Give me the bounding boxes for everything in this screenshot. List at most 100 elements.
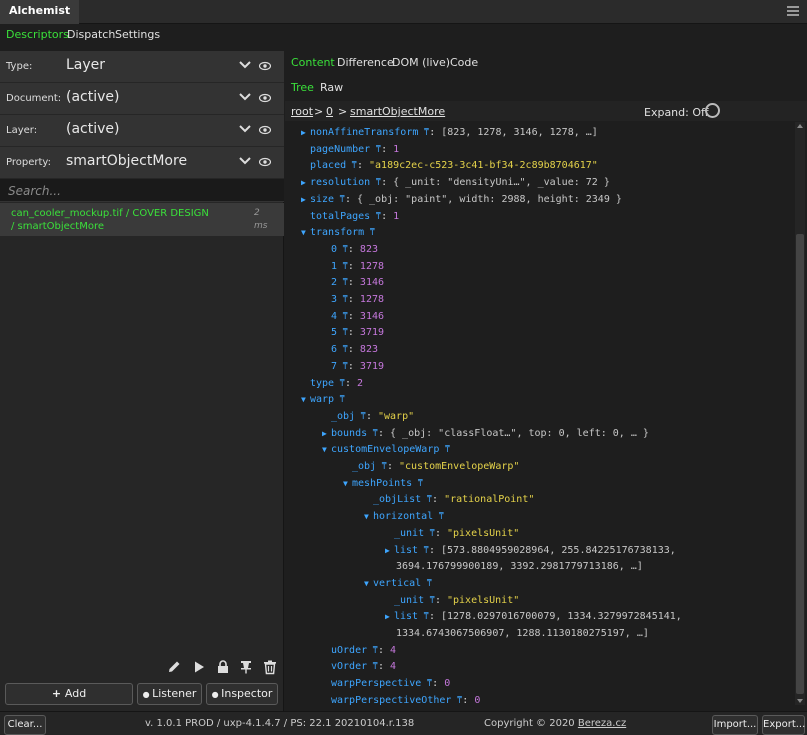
pin-icon[interactable]: ⍑ bbox=[337, 312, 347, 322]
scroll-down-icon[interactable] bbox=[797, 699, 803, 703]
tab-dom-live[interactable]: DOM (live) bbox=[392, 56, 450, 69]
caret-right-icon[interactable]: ▶ bbox=[385, 543, 394, 559]
vertical-scrollbar[interactable] bbox=[795, 122, 805, 705]
tree-row[interactable]: ▼ horizontal ⍑ bbox=[364, 509, 444, 525]
property-field[interactable]: Property: smartObjectMore bbox=[0, 147, 284, 179]
caret-down-icon[interactable]: ▼ bbox=[301, 225, 310, 241]
pin-icon[interactable]: ⍑ bbox=[334, 395, 345, 405]
pin-icon[interactable]: ⍑ bbox=[367, 429, 378, 439]
type-field[interactable]: Type: Layer bbox=[0, 51, 284, 83]
descriptor-list-item[interactable]: can_cooler_mockup.tif / COVER DESIGN / s… bbox=[0, 203, 284, 236]
pin-icon[interactable] bbox=[238, 659, 254, 675]
clear-button[interactable]: Clear... bbox=[4, 715, 46, 735]
pin-icon[interactable]: ⍑ bbox=[418, 546, 429, 556]
add-button[interactable]: + Add bbox=[5, 683, 133, 705]
pin-icon[interactable]: ⍑ bbox=[367, 662, 378, 672]
pin-icon[interactable]: ⍑ bbox=[421, 495, 432, 505]
pin-icon[interactable]: ⍑ bbox=[367, 646, 378, 656]
breadcrumb-index[interactable]: 0 bbox=[326, 105, 333, 118]
pin-icon[interactable]: ⍑ bbox=[355, 412, 366, 422]
chevron-down-icon[interactable] bbox=[239, 124, 251, 134]
tab-content[interactable]: Content bbox=[291, 56, 335, 69]
tab-difference[interactable]: Difference bbox=[337, 56, 394, 69]
tree-row[interactable]: ▶ resolution ⍑: { _unit: "densityUni…", _… bbox=[301, 175, 610, 191]
pin-icon[interactable]: ⍑ bbox=[370, 178, 381, 188]
tab-raw[interactable]: Raw bbox=[320, 81, 343, 94]
caret-down-icon[interactable]: ▼ bbox=[364, 576, 373, 592]
pin-icon[interactable]: ⍑ bbox=[334, 379, 345, 389]
tab-descriptors[interactable]: Descriptors bbox=[6, 28, 69, 41]
pin-icon[interactable]: ⍑ bbox=[337, 262, 347, 272]
lock-icon[interactable] bbox=[215, 659, 231, 675]
pin-icon[interactable]: ⍑ bbox=[412, 479, 423, 489]
tab-tree[interactable]: Tree bbox=[291, 81, 314, 94]
pin-icon[interactable]: ⍑ bbox=[364, 228, 375, 238]
pin-icon[interactable]: ⍑ bbox=[376, 462, 387, 472]
tree-row[interactable]: ▼ warp ⍑ bbox=[301, 392, 345, 408]
pin-icon[interactable]: ⍑ bbox=[451, 696, 462, 706]
chevron-down-icon[interactable] bbox=[239, 60, 251, 70]
pin-icon[interactable]: ⍑ bbox=[418, 128, 429, 138]
pin-icon[interactable]: ⍑ bbox=[370, 145, 381, 155]
pin-icon[interactable]: ⍑ bbox=[370, 212, 381, 222]
tree-row[interactable]: ▶ size ⍑: { _obj: "paint", width: 2988, h… bbox=[301, 192, 622, 208]
caret-down-icon[interactable]: ▼ bbox=[343, 476, 352, 492]
panel-title-tab[interactable]: Alchemist bbox=[0, 0, 80, 24]
caret-right-icon[interactable]: ▶ bbox=[385, 609, 394, 625]
import-button[interactable]: Import... bbox=[712, 715, 758, 735]
export-button[interactable]: Export... bbox=[762, 715, 805, 735]
pin-icon[interactable]: ⍑ bbox=[424, 596, 435, 606]
tree-row[interactable]: ▶ list ⍑: [573.8804959028964, 255.8422517… bbox=[385, 543, 676, 559]
pin-icon[interactable]: ⍑ bbox=[418, 612, 429, 622]
tab-dispatch[interactable]: Dispatch bbox=[67, 28, 115, 41]
pin-icon[interactable]: ⍑ bbox=[424, 529, 435, 539]
pin-icon[interactable]: ⍑ bbox=[433, 512, 444, 522]
document-value[interactable]: (active) bbox=[66, 89, 119, 105]
chevron-down-icon[interactable] bbox=[239, 92, 251, 102]
listener-button[interactable]: ● Listener bbox=[137, 683, 202, 705]
expand-toggle[interactable] bbox=[705, 103, 720, 118]
breadcrumb-current[interactable]: smartObjectMore bbox=[350, 105, 445, 118]
caret-down-icon[interactable]: ▼ bbox=[364, 509, 373, 525]
pin-icon[interactable]: ⍑ bbox=[421, 679, 432, 689]
pin-icon[interactable]: ⍑ bbox=[337, 295, 347, 305]
caret-down-icon[interactable]: ▼ bbox=[301, 392, 310, 408]
eye-icon[interactable] bbox=[259, 93, 271, 103]
tab-settings[interactable]: Settings bbox=[115, 28, 160, 41]
layer-value[interactable]: (active) bbox=[66, 121, 119, 137]
search-input[interactable] bbox=[0, 179, 284, 202]
caret-right-icon[interactable]: ▶ bbox=[301, 175, 310, 191]
type-value[interactable]: Layer bbox=[66, 57, 105, 73]
trash-icon[interactable] bbox=[262, 659, 278, 675]
caret-right-icon[interactable]: ▶ bbox=[301, 192, 310, 208]
chevron-down-icon[interactable] bbox=[239, 156, 251, 166]
tree-row[interactable]: ▶ list ⍑: [1278.0297016700079, 1334.32799… bbox=[385, 609, 682, 625]
breadcrumb-root[interactable]: root bbox=[291, 105, 313, 118]
eye-icon[interactable] bbox=[259, 157, 271, 167]
tree-row[interactable]: ▼ customEnvelopeWarp ⍑ bbox=[322, 442, 450, 458]
tree-row[interactable]: ▼ meshPoints ⍑ bbox=[343, 476, 423, 492]
caret-down-icon[interactable]: ▼ bbox=[322, 442, 331, 458]
tree-row[interactable]: ▶ nonAffineTransform ⍑: [823, 1278, 3146,… bbox=[301, 125, 598, 141]
scroll-thumb[interactable] bbox=[796, 234, 804, 694]
caret-right-icon[interactable]: ▶ bbox=[301, 125, 310, 141]
pin-icon[interactable]: ⍑ bbox=[337, 328, 347, 338]
play-icon[interactable] bbox=[191, 659, 207, 675]
inspector-button[interactable]: ● Inspector bbox=[206, 683, 278, 705]
copyright-link[interactable]: Bereza.cz bbox=[578, 718, 626, 729]
tree-row[interactable]: ▼ transform ⍑ bbox=[301, 225, 375, 241]
pin-icon[interactable]: ⍑ bbox=[421, 579, 432, 589]
caret-right-icon[interactable]: ▶ bbox=[322, 426, 331, 442]
pin-icon[interactable]: ⍑ bbox=[337, 278, 347, 288]
layer-field[interactable]: Layer: (active) bbox=[0, 115, 284, 147]
panel-menu-icon[interactable] bbox=[787, 6, 799, 16]
pin-icon[interactable]: ⍑ bbox=[337, 362, 347, 372]
property-value[interactable]: smartObjectMore bbox=[66, 153, 187, 169]
pin-icon[interactable]: ⍑ bbox=[334, 195, 345, 205]
tree-row[interactable]: ▶ bounds ⍑: { _obj: "classFloat…", top: 0… bbox=[322, 426, 649, 442]
pin-icon[interactable]: ⍑ bbox=[337, 345, 347, 355]
eye-icon[interactable] bbox=[259, 125, 271, 135]
pin-icon[interactable]: ⍑ bbox=[337, 245, 347, 255]
tab-code[interactable]: Code bbox=[450, 56, 478, 69]
pin-icon[interactable]: ⍑ bbox=[346, 161, 357, 171]
